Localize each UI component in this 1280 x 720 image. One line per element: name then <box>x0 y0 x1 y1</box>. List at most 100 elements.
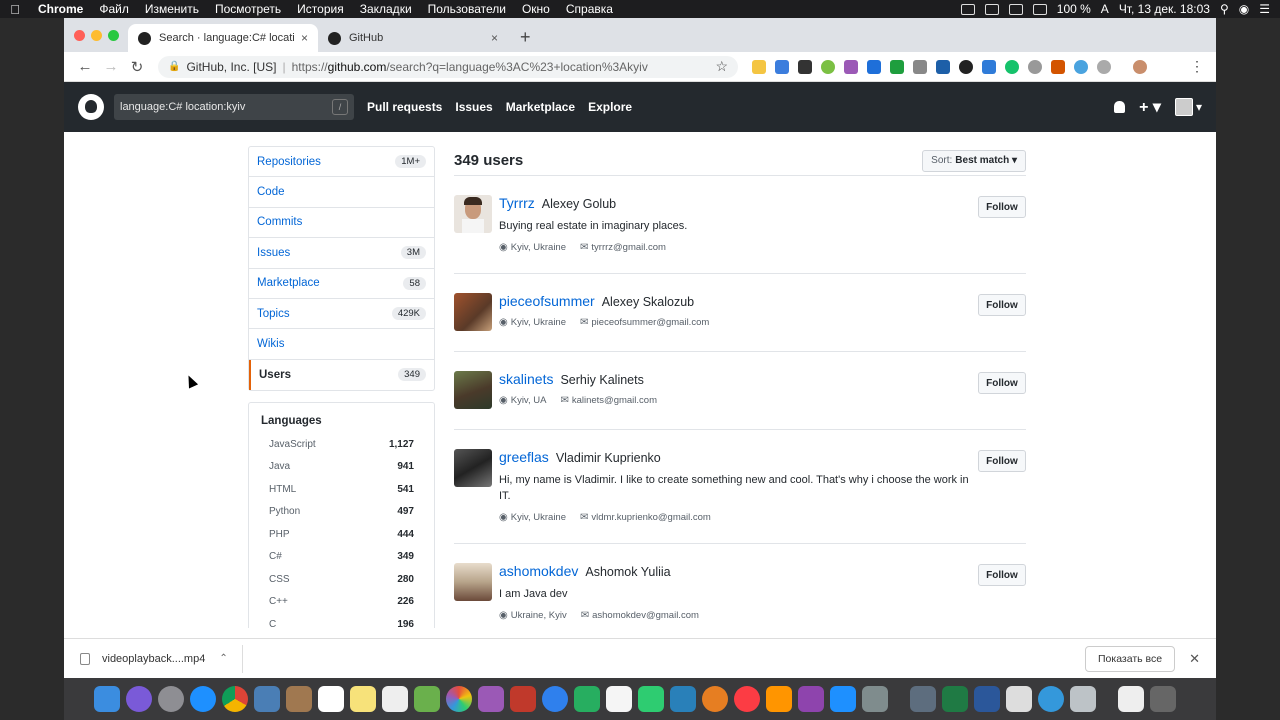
address-bar[interactable]: 🔒 GitHub, Inc. [US] | https:// github.co… <box>158 55 738 78</box>
bookmark-star-icon[interactable]: ☆ <box>715 58 728 75</box>
preview-icon[interactable] <box>254 686 280 712</box>
user-email[interactable]: ✉ ashomokdev@gmail.com <box>581 610 699 621</box>
reload-icon[interactable]: ↻ <box>124 58 150 76</box>
user-email[interactable]: ✉ pieceofsummer@gmail.com <box>580 317 709 328</box>
menu-window[interactable]: Окно <box>522 2 550 16</box>
sort-dropdown[interactable]: Sort: Best match ▾ <box>922 149 1026 172</box>
app-icon[interactable] <box>798 686 824 712</box>
follow-button[interactable]: Follow <box>978 450 1026 472</box>
user-menu[interactable]: ▾ <box>1174 98 1202 116</box>
menu-item-repositories[interactable]: Repositories 1M+ <box>249 147 434 178</box>
site-identity[interactable]: GitHub, Inc. [US] <box>186 60 276 74</box>
language-filter-item[interactable]: CSS 280 <box>261 568 422 591</box>
language-filter-item[interactable]: Python 497 <box>261 501 422 524</box>
extension-icon[interactable] <box>1005 59 1019 74</box>
user-login-link[interactable]: pieceofsummer <box>499 293 595 309</box>
avatar[interactable] <box>454 449 492 487</box>
siri-icon[interactable]: ◉ <box>1239 2 1249 16</box>
menu-item-marketplace[interactable]: Marketplace 58 <box>249 269 434 299</box>
notification-center-icon[interactable]: ☰ <box>1259 2 1270 16</box>
facetime-icon[interactable] <box>574 686 600 712</box>
extension-icon[interactable] <box>1051 59 1065 74</box>
forward-icon[interactable]: → <box>98 58 124 75</box>
extension-icon[interactable] <box>798 59 812 74</box>
back-icon[interactable]: ← <box>72 58 98 75</box>
input-source[interactable]: A <box>1101 2 1109 16</box>
avatar[interactable] <box>454 195 492 233</box>
menu-item-code[interactable]: Code <box>249 177 434 208</box>
launchpad-icon[interactable] <box>158 686 184 712</box>
tab-github[interactable]: GitHub × <box>318 24 508 52</box>
github-search-input[interactable] <box>120 101 332 113</box>
chrome-menu-icon[interactable]: ⋮ <box>1190 58 1208 75</box>
photo-booth-icon[interactable] <box>510 686 536 712</box>
follow-button[interactable]: Follow <box>978 564 1026 586</box>
create-new-plus-icon[interactable]: + ▾ <box>1139 97 1161 117</box>
chevron-up-icon[interactable]: ⌃ <box>219 653 227 664</box>
app-store-icon[interactable] <box>830 686 856 712</box>
extension-icon[interactable] <box>1097 59 1111 74</box>
extension-icon[interactable] <box>867 59 881 74</box>
menu-item-issues[interactable]: Issues 3M <box>249 238 434 269</box>
extension-icon[interactable] <box>1028 59 1042 74</box>
spotlight-icon[interactable]: ⚲ <box>1220 2 1229 16</box>
word-icon[interactable] <box>974 686 1000 712</box>
user-login-link[interactable]: ashomokdev <box>499 563 578 579</box>
downloads-stack-icon[interactable] <box>1118 686 1144 712</box>
lock-icon[interactable]: 🔒 <box>168 61 180 72</box>
apple-menu-icon[interactable]:  <box>0 2 30 17</box>
extension-icon[interactable] <box>752 59 766 74</box>
close-icon[interactable]: ✕ <box>1189 651 1200 667</box>
github-logo-icon[interactable] <box>78 94 104 120</box>
menu-item-topics[interactable]: Topics 429K <box>249 299 434 330</box>
menu-item-commits[interactable]: Commits <box>249 208 434 239</box>
zoom-window-button[interactable] <box>108 30 119 41</box>
app-menu[interactable]: Chrome <box>38 2 83 16</box>
tab-close-icon[interactable]: × <box>301 31 308 45</box>
menu-item-wikis[interactable]: Wikis <box>249 329 434 360</box>
reminders-icon[interactable] <box>382 686 408 712</box>
email-text[interactable]: kalinets@gmail.com <box>572 395 657 406</box>
user-login-link[interactable]: Tyrrrz <box>499 195 535 211</box>
email-text[interactable]: pieceofsummer@gmail.com <box>591 317 709 328</box>
email-text[interactable]: tyrrrz@gmail.com <box>591 242 666 253</box>
nav-marketplace[interactable]: Marketplace <box>506 100 575 114</box>
user-login-link[interactable]: skalinets <box>499 371 553 387</box>
extension-icon[interactable] <box>821 59 835 74</box>
bluetooth-icon[interactable] <box>1008 3 1023 15</box>
language-filter-item[interactable]: C# 349 <box>261 546 422 569</box>
menu-edit[interactable]: Изменить <box>145 2 199 16</box>
menu-history[interactable]: История <box>297 2 344 16</box>
extension-icon[interactable] <box>982 59 996 74</box>
language-filter-item[interactable]: C++ 226 <box>261 591 422 614</box>
avatar[interactable] <box>454 371 492 409</box>
books-icon[interactable] <box>766 686 792 712</box>
menu-help[interactable]: Справка <box>566 2 613 16</box>
trash-icon[interactable] <box>1150 686 1176 712</box>
extension-icon[interactable] <box>775 59 789 74</box>
minimize-window-button[interactable] <box>91 30 102 41</box>
tab-search[interactable]: Search · language:C# location:kyiv × <box>128 24 318 52</box>
messages-icon[interactable] <box>542 686 568 712</box>
nav-issues[interactable]: Issues <box>455 100 492 114</box>
siri-icon[interactable] <box>126 686 152 712</box>
menu-bookmarks[interactable]: Закладки <box>360 2 412 16</box>
menu-view[interactable]: Посмотреть <box>215 2 281 16</box>
email-text[interactable]: vldmr.kuprienko@gmail.com <box>591 512 710 523</box>
system-preferences-icon[interactable] <box>862 686 888 712</box>
app-icon[interactable] <box>910 686 936 712</box>
language-filter-item[interactable]: HTML 541 <box>261 478 422 501</box>
chrome-icon[interactable] <box>222 686 248 712</box>
download-filename[interactable]: videoplayback....mp4 <box>102 653 205 665</box>
document-icon[interactable] <box>1006 686 1032 712</box>
app-icon[interactable] <box>1070 686 1096 712</box>
imovie-icon[interactable] <box>478 686 504 712</box>
extension-icon[interactable] <box>913 59 927 74</box>
extension-icon[interactable] <box>959 59 973 74</box>
keynote-icon[interactable] <box>670 686 696 712</box>
wifi-icon[interactable] <box>1032 3 1047 15</box>
avatar[interactable] <box>454 563 492 601</box>
extension-icon[interactable] <box>936 59 950 74</box>
excel-icon[interactable] <box>942 686 968 712</box>
clock[interactable]: Чт, 13 дек. 18:03 <box>1119 2 1210 16</box>
